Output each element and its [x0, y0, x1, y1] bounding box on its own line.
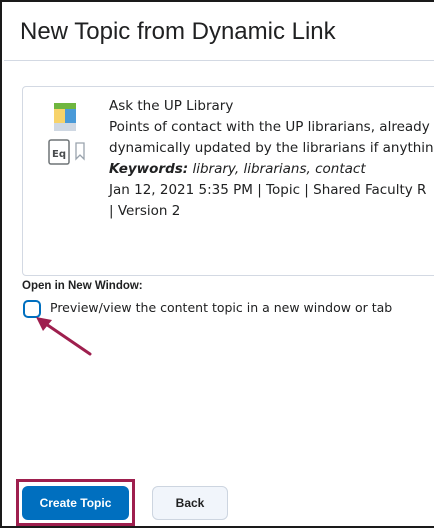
- page-title: New Topic from Dynamic Link: [20, 18, 336, 45]
- topic-description-line-1: Points of contact with the UP librarians…: [109, 119, 430, 135]
- topic-meta-line-2: | Version 2: [109, 203, 181, 219]
- title-divider: [4, 60, 434, 61]
- topic-keywords: Keywords: library, librarians, contact: [109, 159, 434, 180]
- topic-description-line-2: dynamically updated by the librarians if…: [109, 140, 434, 156]
- topic-meta-line-1: Jan 12, 2021 5:35 PM | Topic | Shared Fa…: [109, 182, 427, 198]
- create-topic-button[interactable]: Create Topic: [22, 486, 129, 520]
- annotation-arrow-icon: [36, 317, 92, 356]
- link-tag-icon: [75, 142, 85, 161]
- new-window-checkbox-label[interactable]: Preview/view the content topic in a new …: [50, 300, 392, 315]
- document-preview-icon: Eq: [48, 139, 70, 165]
- topic-details: Ask the UP Library Points of contact wit…: [109, 96, 434, 222]
- dialog-frame: New Topic from Dynamic Link Eq Ask the U…: [0, 0, 434, 528]
- topic-name: Ask the UP Library: [109, 98, 234, 114]
- back-button[interactable]: Back: [152, 486, 228, 520]
- topic-card: Eq Ask the UP Library Points of contact …: [22, 86, 434, 276]
- keywords-label: Keywords:: [109, 161, 189, 177]
- topic-thumbnail-icon: [54, 103, 76, 131]
- open-in-new-window-label: Open in New Window:: [22, 280, 143, 292]
- svg-text:Eq: Eq: [52, 149, 66, 160]
- keywords-value: library, librarians, contact: [192, 161, 366, 177]
